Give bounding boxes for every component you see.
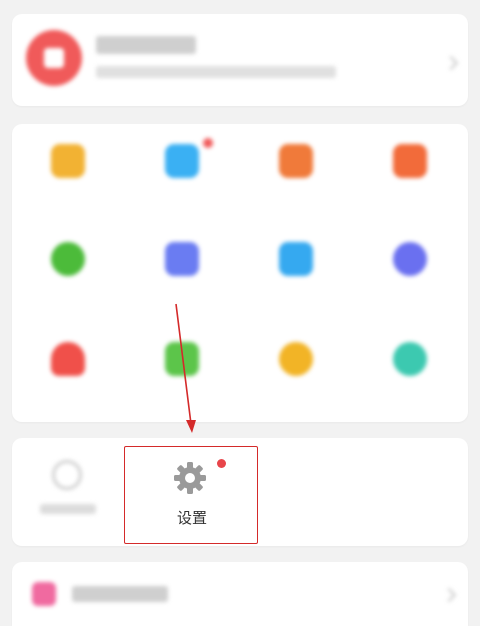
- grid-icon-11: [279, 342, 313, 376]
- grid-item[interactable]: [360, 242, 460, 286]
- footer-card-content: [12, 562, 468, 626]
- grid-item[interactable]: [18, 242, 118, 286]
- tools-first-label: [40, 504, 96, 514]
- settings-label: 设置: [176, 509, 207, 527]
- settings-notification-dot: [217, 459, 226, 468]
- grid-item[interactable]: [132, 138, 232, 188]
- gear-icon: [174, 462, 206, 494]
- footer-pink-icon: [32, 582, 56, 606]
- services-grid-card: [12, 124, 468, 422]
- grid-item[interactable]: [246, 242, 346, 286]
- grid-item[interactable]: [132, 342, 232, 386]
- grid-icon-2: [165, 138, 213, 178]
- footer-label: [72, 586, 168, 602]
- grid-item[interactable]: [18, 342, 118, 386]
- footer-card[interactable]: [12, 562, 468, 626]
- grid-item[interactable]: [18, 144, 118, 188]
- header-title: [96, 36, 196, 54]
- grid-icon-9: [51, 342, 85, 376]
- grid-icon-12: [393, 342, 427, 376]
- grid-icon-6: [165, 242, 199, 276]
- app-badge-icon: [26, 30, 82, 86]
- grid-item[interactable]: [360, 342, 460, 386]
- chevron-right-icon: [443, 55, 459, 71]
- grid-item[interactable]: [360, 144, 460, 188]
- header-card-content: [12, 14, 468, 106]
- grid-item[interactable]: [132, 242, 232, 286]
- grid-icon-7: [279, 242, 313, 276]
- tools-first-icon: [52, 460, 82, 490]
- grid-icon-8: [393, 242, 427, 276]
- grid-icon-10: [165, 342, 199, 376]
- grid-item[interactable]: [246, 144, 346, 188]
- grid-icon-3: [279, 144, 313, 178]
- chevron-right-icon: [441, 587, 457, 603]
- settings-button[interactable]: 设置: [124, 446, 258, 544]
- notification-dot: [203, 138, 213, 148]
- grid-item[interactable]: [246, 342, 346, 386]
- header-card[interactable]: [12, 14, 468, 106]
- header-subtitle: [96, 66, 336, 78]
- grid-icon-5: [51, 242, 85, 276]
- grid-icon-4: [393, 144, 427, 178]
- grid-icon-1: [51, 144, 85, 178]
- tools-first-item[interactable]: [26, 456, 110, 526]
- services-grid: [12, 124, 468, 422]
